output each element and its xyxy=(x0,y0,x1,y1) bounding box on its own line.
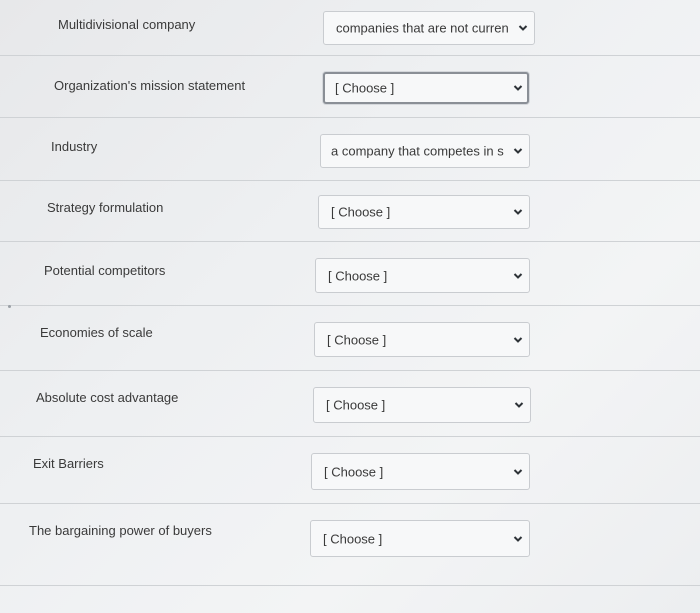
dropdown-value: [ Choose ] xyxy=(328,268,388,283)
chevron-down-icon xyxy=(513,146,523,156)
chevron-down-icon xyxy=(513,335,523,345)
dropdown-value: [ Choose ] xyxy=(324,464,384,479)
chevron-down-icon xyxy=(513,207,523,217)
dropdown-value: [ Choose ] xyxy=(331,204,391,220)
dropdown-value: [ Choose ] xyxy=(323,531,383,546)
match-row-mission-statement: Organization's mission statement [ Choos… xyxy=(0,56,700,118)
chevron-down-icon xyxy=(518,23,528,33)
term-label: Absolute cost advantage xyxy=(36,390,179,405)
answer-dropdown[interactable]: [ Choose ] xyxy=(310,520,530,557)
dropdown-value: [ Choose ] xyxy=(327,332,387,347)
term-label: Exit Barriers xyxy=(33,456,104,471)
cursor-dot xyxy=(8,305,11,308)
answer-dropdown[interactable]: [ Choose ] xyxy=(314,322,530,357)
match-row-bargaining-power-of-buyers: The bargaining power of buyers [ Choose … xyxy=(0,504,700,586)
term-label: Industry xyxy=(51,139,98,154)
dropdown-value: a company that competes in s xyxy=(331,143,504,159)
term-label: Multidivisional company xyxy=(58,17,196,32)
answer-dropdown[interactable]: [ Choose ] xyxy=(313,387,531,423)
chevron-down-icon xyxy=(514,400,524,410)
chevron-down-icon xyxy=(513,271,523,281)
term-label: The bargaining power of buyers xyxy=(29,523,212,538)
match-row-absolute-cost-advantage: Absolute cost advantage [ Choose ] xyxy=(0,371,700,437)
chevron-down-icon xyxy=(513,467,523,477)
match-row-potential-competitors: Potential competitors [ Choose ] xyxy=(0,242,700,306)
term-label: Organization's mission statement xyxy=(54,78,246,93)
match-row-strategy-formulation: Strategy formulation [ Choose ] xyxy=(0,181,700,242)
dropdown-value: [ Choose ] xyxy=(326,397,386,413)
chevron-down-icon xyxy=(513,534,523,544)
answer-dropdown[interactable]: [ Choose ] xyxy=(315,258,530,293)
dropdown-value: [ Choose ] xyxy=(335,80,395,96)
answer-dropdown[interactable]: [ Choose ] xyxy=(311,453,530,490)
term-label: Economies of scale xyxy=(40,325,153,340)
dropdown-value: companies that are not curren xyxy=(336,20,509,36)
answer-dropdown[interactable]: companies that are not curren xyxy=(323,11,535,45)
row-divider xyxy=(0,585,700,586)
match-row-industry: Industry a company that competes in s xyxy=(0,118,700,181)
answer-dropdown[interactable]: [ Choose ] xyxy=(318,195,530,229)
chevron-down-icon xyxy=(513,83,523,93)
matching-question: Multidivisional company companies that a… xyxy=(0,0,700,613)
term-label: Potential competitors xyxy=(44,263,166,278)
match-row-exit-barriers: Exit Barriers [ Choose ] xyxy=(0,437,700,504)
match-row-multidivisional-company: Multidivisional company companies that a… xyxy=(0,0,700,56)
answer-dropdown[interactable]: [ Choose ] xyxy=(323,72,529,104)
answer-dropdown[interactable]: a company that competes in s xyxy=(320,134,530,168)
term-label: Strategy formulation xyxy=(47,200,164,215)
match-row-economies-of-scale: Economies of scale [ Choose ] xyxy=(0,306,700,371)
